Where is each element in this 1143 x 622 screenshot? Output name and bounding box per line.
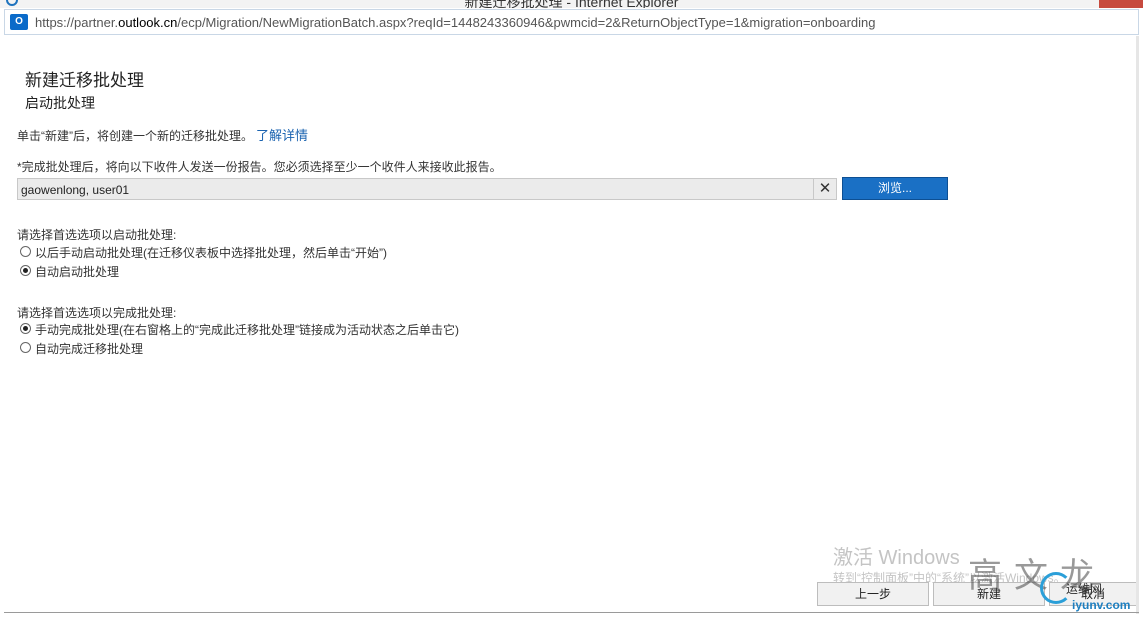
site-logo-domain: iyunv.com	[1072, 598, 1131, 612]
radio-label: 自动启动批处理	[35, 265, 120, 279]
site-logo-text: 运维网	[1066, 582, 1103, 596]
url-path: /ecp/Migration/NewMigrationBatch.aspx?re…	[177, 15, 876, 30]
recipients-value: gaowenlong, user01	[21, 183, 130, 197]
start-options-label: 请选择首选选项以启动批处理:	[17, 228, 177, 242]
learn-more-link[interactable]: 了解详情	[256, 128, 308, 143]
report-note: *完成批处理后，将向以下收件人发送一份报告。您必须选择至少一个收件人来接收此报告…	[17, 160, 502, 174]
intro-text-row: 单击“新建”后，将创建一个新的迁移批处理。 了解详情	[17, 125, 308, 144]
radio-label: 自动完成迁移批处理	[35, 342, 144, 356]
url-prefix: https://partner.	[35, 15, 119, 30]
complete-options-label: 请选择首选选项以完成批处理:	[17, 306, 177, 320]
divider	[4, 612, 1139, 613]
page-title: 新建迁移批处理	[25, 71, 144, 90]
page-subtitle: 启动批处理	[25, 95, 95, 111]
outlook-icon: O	[10, 14, 28, 30]
scrollbar[interactable]	[1136, 36, 1139, 614]
recipients-field[interactable]: gaowenlong, user01 ✕	[17, 178, 837, 200]
window-close-button[interactable]	[1099, 0, 1143, 8]
window-title: 新建迁移批处理 - Internet Explorer	[464, 0, 679, 8]
radio-button[interactable]	[20, 342, 31, 353]
back-button[interactable]: 上一步	[817, 582, 929, 606]
url-text[interactable]: https://partner.outlook.cn/ecp/Migration…	[35, 15, 875, 30]
radio-label: 手动完成批处理(在右窗格上的“完成此迁移批处理”链接成为活动状态之后单击它)	[35, 323, 459, 337]
close-icon[interactable]: ✕	[813, 179, 836, 199]
radio-button[interactable]	[20, 265, 31, 276]
radio-button[interactable]	[20, 246, 31, 257]
window-title-bar: 新建迁移批处理 - Internet Explorer	[0, 0, 1143, 8]
radio-button[interactable]	[20, 323, 31, 334]
radio-label: 以后手动启动批处理(在迁移仪表板中选择批处理，然后单击“开始”)	[35, 246, 387, 260]
browse-button[interactable]: 浏览...	[842, 177, 948, 200]
url-domain: outlook.cn	[118, 15, 178, 30]
intro-text: 单击“新建”后，将创建一个新的迁移批处理。	[17, 129, 253, 143]
address-bar[interactable]: O https://partner.outlook.cn/ecp/Migrati…	[4, 9, 1139, 35]
activation-watermark-title: 激活 Windows	[833, 547, 960, 569]
